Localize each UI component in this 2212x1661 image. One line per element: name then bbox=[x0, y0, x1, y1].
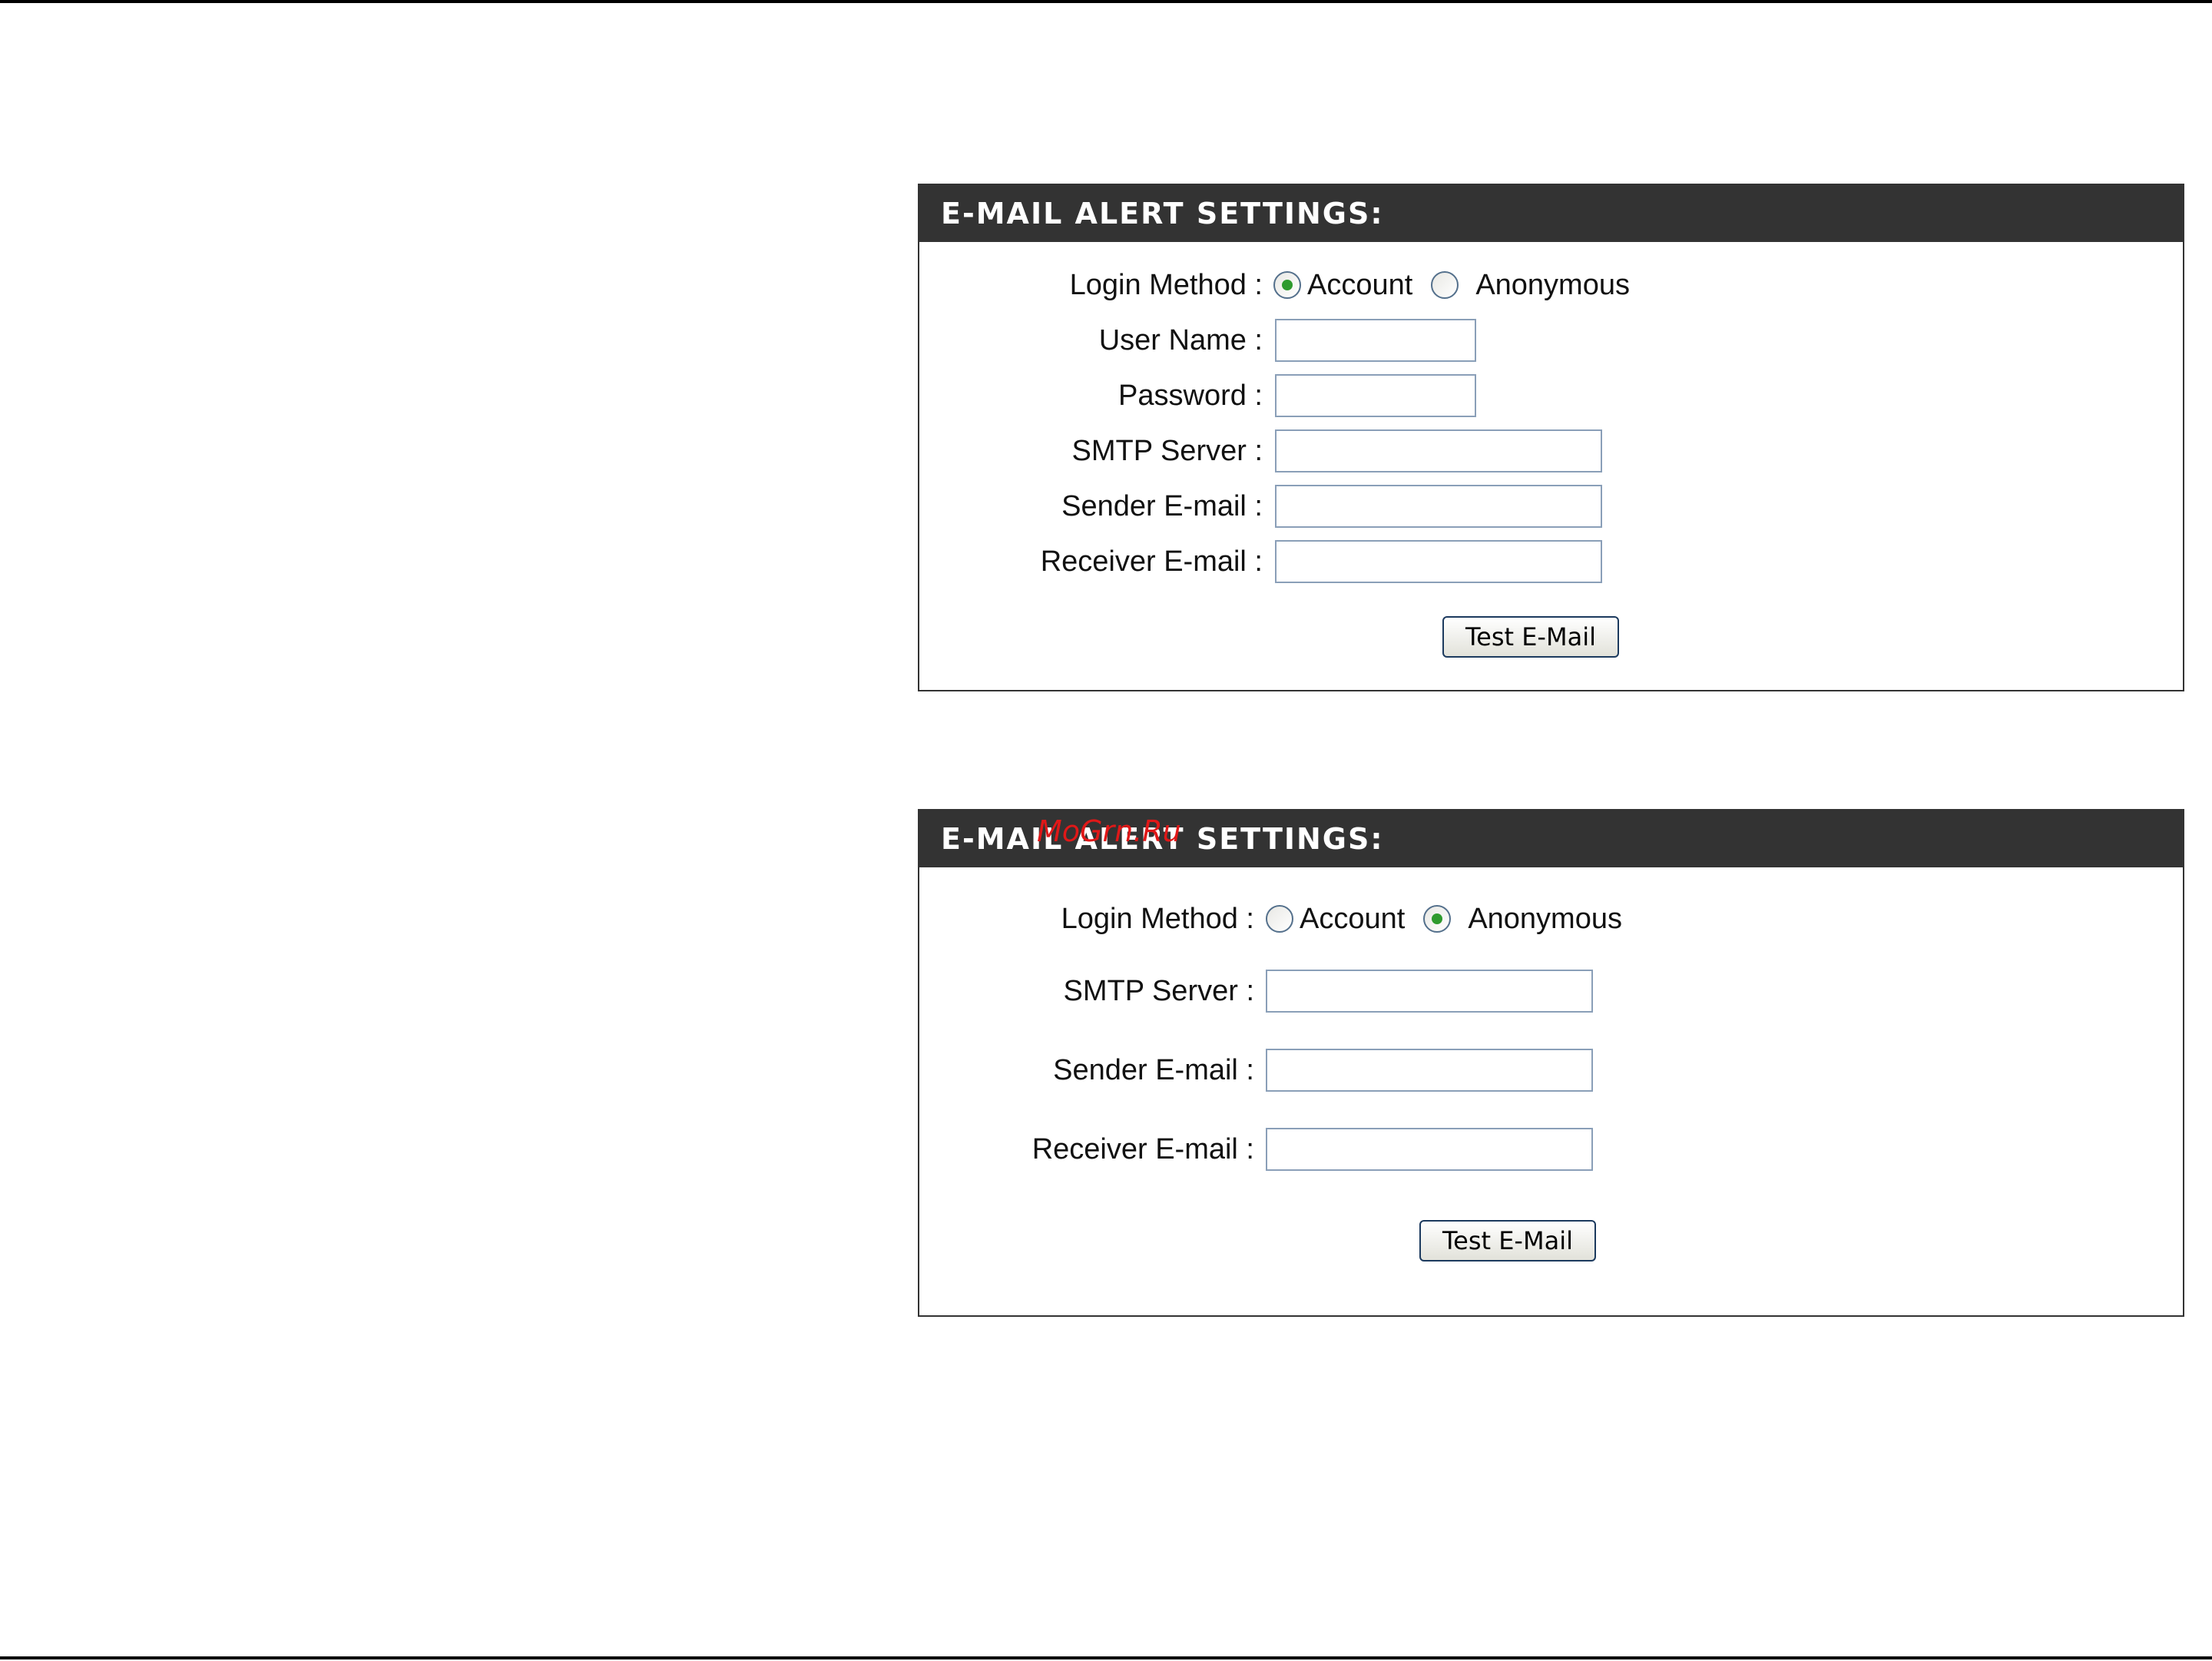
password-label: Password : bbox=[1118, 380, 1263, 412]
account-radio-label: Account bbox=[1307, 269, 1413, 301]
receiver-email-input[interactable] bbox=[1266, 1128, 1593, 1171]
receiver-email-label: Receiver E-mail : bbox=[1040, 545, 1263, 578]
receiver-email-input[interactable] bbox=[1275, 540, 1602, 583]
radio-selected-dot-icon bbox=[1282, 280, 1293, 290]
anonymous-radio[interactable] bbox=[1423, 905, 1452, 933]
watermark-text: MoGrn.Ru bbox=[1037, 814, 1181, 848]
smtp-server-input[interactable] bbox=[1275, 429, 1602, 472]
panel-title: E-MAIL ALERT SETTINGS: bbox=[919, 185, 2183, 242]
radio-selected-dot-icon bbox=[1432, 913, 1443, 924]
bottom-rule bbox=[0, 1656, 2212, 1659]
smtp-server-label: SMTP Server : bbox=[1063, 975, 1254, 1007]
anonymous-radio[interactable] bbox=[1431, 271, 1459, 299]
email-alert-settings-panel-account: E-MAIL ALERT SETTINGS: Login Method : Ac… bbox=[918, 184, 2184, 691]
smtp-server-input[interactable] bbox=[1266, 970, 1593, 1013]
sender-email-label: Sender E-mail : bbox=[1053, 1054, 1254, 1086]
anonymous-radio-label: Anonymous bbox=[1468, 903, 1622, 935]
account-radio-label: Account bbox=[1300, 903, 1406, 935]
account-radio[interactable] bbox=[1273, 271, 1301, 299]
login-method-label: Login Method : bbox=[1069, 269, 1263, 301]
sender-email-label: Sender E-mail : bbox=[1061, 490, 1263, 522]
account-radio[interactable] bbox=[1266, 905, 1293, 933]
user-name-input[interactable] bbox=[1275, 319, 1476, 362]
email-alert-settings-panel-anonymous: E-MAIL ALERT SETTINGS: Login Method : Ac… bbox=[918, 809, 2184, 1317]
sender-email-input[interactable] bbox=[1266, 1049, 1593, 1092]
password-input[interactable] bbox=[1275, 374, 1476, 417]
smtp-server-label: SMTP Server : bbox=[1071, 435, 1263, 467]
test-email-button[interactable]: Test E-Mail bbox=[1419, 1220, 1596, 1261]
top-rule bbox=[0, 0, 2212, 3]
receiver-email-label: Receiver E-mail : bbox=[1031, 1133, 1254, 1165]
test-email-button[interactable]: Test E-Mail bbox=[1442, 616, 1619, 658]
anonymous-radio-label: Anonymous bbox=[1475, 269, 1630, 301]
sender-email-input[interactable] bbox=[1275, 485, 1602, 528]
user-name-label: User Name : bbox=[1098, 324, 1263, 356]
login-method-label: Login Method : bbox=[1061, 903, 1254, 935]
